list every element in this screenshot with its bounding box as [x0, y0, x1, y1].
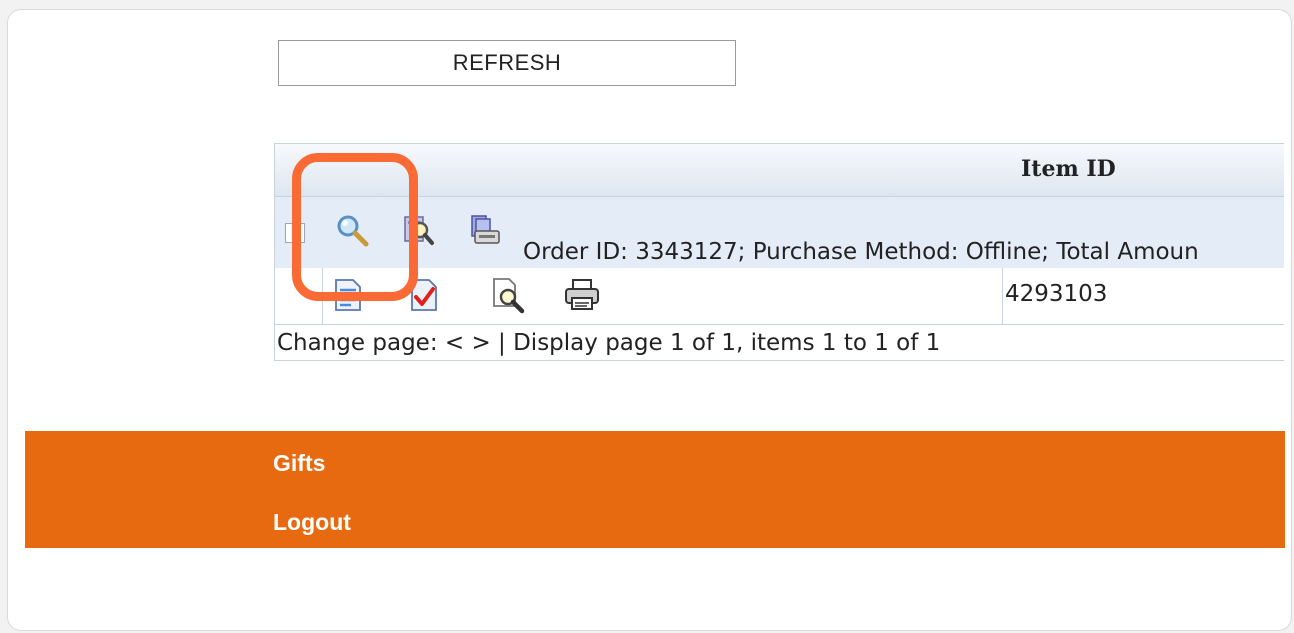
orders-grid: Item ID Order ID: 3343127; Purchase Meth…	[274, 143, 1284, 361]
order-group-row: Order ID: 3343127; Purchase Method: Offl…	[275, 197, 1284, 268]
print-all-icon[interactable]	[467, 213, 501, 247]
search-icon[interactable]	[335, 213, 369, 247]
order-group-summary: Order ID: 3343127; Purchase Method: Offl…	[523, 239, 1199, 265]
print-preview-icon[interactable]	[401, 213, 435, 247]
app-window: REFRESH Item ID Order ID: 3343127; Purch…	[7, 9, 1292, 631]
table-row[interactable]: 4293103	[275, 268, 1284, 325]
document-preview-icon[interactable]	[489, 276, 527, 314]
item-id-cell: 4293103	[1005, 281, 1108, 307]
column-header-item-id[interactable]: Item ID	[1021, 156, 1116, 182]
document-details-icon[interactable]	[329, 276, 367, 314]
printer-icon[interactable]	[563, 276, 601, 314]
menu-item-gifts[interactable]: Gifts	[273, 450, 325, 477]
menu-item-logout[interactable]: Logout	[273, 509, 351, 536]
document-check-icon[interactable]	[405, 276, 443, 314]
orange-menu-bar: Gifts Logout	[25, 431, 1285, 548]
expand-collapse-icon[interactable]	[285, 223, 305, 243]
pager[interactable]: Change page: < > | Display page 1 of 1, …	[277, 330, 940, 356]
refresh-button[interactable]: REFRESH	[278, 40, 736, 86]
grid-header: Item ID	[275, 144, 1284, 197]
